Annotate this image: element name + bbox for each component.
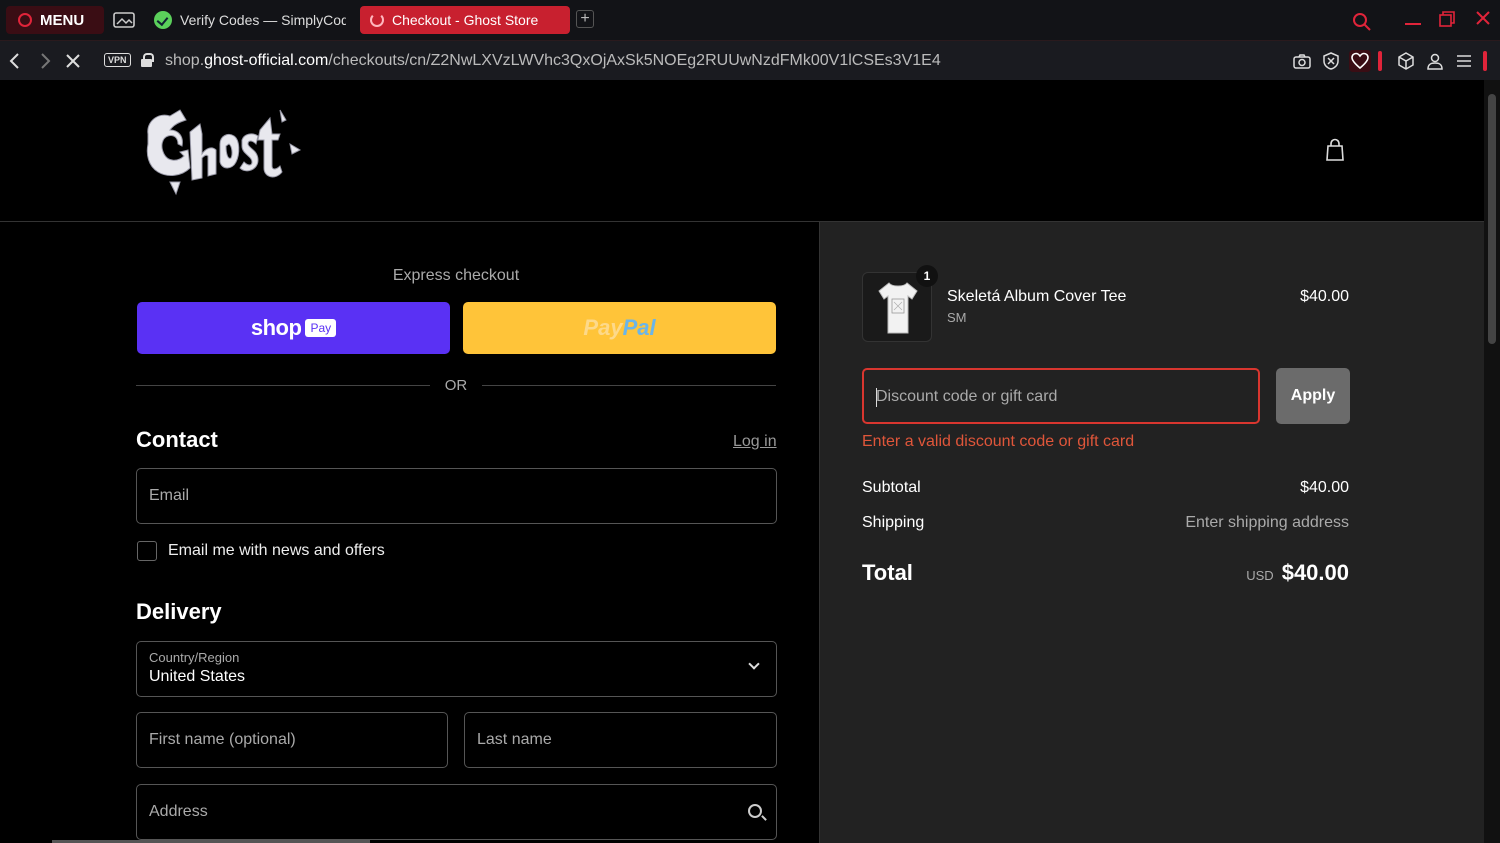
shop-pay-badge: Pay xyxy=(305,319,337,337)
first-name-field[interactable]: First name (optional) xyxy=(136,712,448,768)
tab-title: Verify Codes — SimplyCodes xyxy=(180,12,346,28)
simplycodes-favicon-icon xyxy=(154,11,172,29)
product-name: Skeletá Album Cover Tee xyxy=(947,288,1127,305)
new-tab-button[interactable]: + xyxy=(576,10,594,28)
total-currency: USD xyxy=(1246,568,1274,583)
subtotal-label: Subtotal xyxy=(862,479,921,496)
newsletter-label[interactable]: Email me with news and offers xyxy=(168,542,385,560)
address-placeholder: Address xyxy=(149,803,208,820)
last-name-field[interactable]: Last name xyxy=(464,712,777,768)
discount-error-message: Enter a valid discount code or gift card xyxy=(862,433,1135,450)
express-checkout-title: Express checkout xyxy=(392,267,520,284)
url-domain: ghost-official.com xyxy=(204,52,329,69)
close-window-icon[interactable] xyxy=(1475,10,1491,26)
country-select[interactable]: Country/Region United States xyxy=(136,641,777,697)
shipping-value: Enter shipping address xyxy=(1185,514,1349,531)
delivery-heading: Delivery xyxy=(136,599,222,624)
ghost-logo[interactable] xyxy=(140,104,305,196)
log-in-link[interactable]: Log in xyxy=(733,433,777,451)
tab-title: Checkout - Ghost Store xyxy=(392,12,539,28)
contact-heading: Contact xyxy=(136,427,218,452)
browser-address-bar: VPN shop.ghost-official.com/checkouts/cn… xyxy=(0,40,1500,80)
cart-bag-icon[interactable] xyxy=(1325,138,1345,162)
product-variant: SM xyxy=(947,310,967,325)
tab-snap-icon[interactable] xyxy=(112,10,136,30)
search-icon xyxy=(748,804,762,818)
address-field[interactable]: Address xyxy=(136,784,777,840)
sidebar-indicator xyxy=(1483,51,1487,71)
paypal-wordmark-part1: Pay xyxy=(583,315,623,340)
profile-icon[interactable] xyxy=(1425,51,1445,71)
shipping-label: Shipping xyxy=(862,514,925,531)
snapshot-camera-icon[interactable] xyxy=(1292,51,1312,71)
first-name-placeholder: First name (optional) xyxy=(149,731,296,748)
sidebar-indicator xyxy=(1378,51,1382,71)
shop-pay-wordmark: shop xyxy=(250,315,302,340)
last-name-placeholder: Last name xyxy=(477,731,552,748)
menu-label: MENU xyxy=(40,11,85,29)
total-amount: USD $40.00 xyxy=(1246,560,1349,586)
email-placeholder: Email xyxy=(149,487,190,504)
lock-icon[interactable] xyxy=(141,53,154,67)
country-value: United States xyxy=(149,668,246,685)
shop-pay-button[interactable]: shop Pay xyxy=(137,302,450,354)
checkout-form-column: Express checkout shop Pay Pay Pal OR Cont… xyxy=(0,222,819,843)
order-summary-column: 1 Skeletá Album Cover Tee SM $40.00 Disc… xyxy=(819,222,1484,843)
easy-setup-menu-icon[interactable] xyxy=(1454,51,1474,71)
country-label: Country/Region xyxy=(149,650,240,665)
url-path: /checkouts/cn/Z2NwLXVzLWVhc3QxOjAxSk5NOE… xyxy=(328,52,941,69)
url-subdomain: shop. xyxy=(165,52,205,69)
tab-checkout-ghost-store[interactable]: Checkout - Ghost Store xyxy=(360,6,570,34)
total-value: $40.00 xyxy=(1281,560,1349,585)
chevron-down-icon xyxy=(748,658,760,670)
search-tabs-icon[interactable] xyxy=(1352,12,1372,32)
vpn-badge[interactable]: VPN xyxy=(104,53,131,67)
loading-spinner-icon xyxy=(370,13,384,27)
forward-icon[interactable] xyxy=(38,51,52,71)
extensions-cube-icon[interactable] xyxy=(1396,51,1416,71)
newsletter-checkbox[interactable] xyxy=(137,541,157,561)
restore-window-icon[interactable] xyxy=(1439,11,1455,27)
opera-menu-button[interactable]: MENU xyxy=(6,6,104,34)
opera-logo-icon xyxy=(18,13,32,27)
product-price: $40.00 xyxy=(1300,288,1349,305)
stop-loading-icon[interactable] xyxy=(65,51,81,71)
tab-verify-codes[interactable]: Verify Codes — SimplyCodes xyxy=(146,6,346,34)
url-field[interactable]: shop.ghost-official.com/checkouts/cn/Z2N… xyxy=(165,52,941,70)
divider-line xyxy=(482,385,776,386)
store-header xyxy=(0,80,1484,222)
minimize-window-icon[interactable] xyxy=(1404,12,1422,30)
paypal-wordmark-part2: Pal xyxy=(622,315,656,340)
browser-tab-bar: MENU Verify Codes — SimplyCodes Checkout… xyxy=(0,0,1500,40)
quantity-badge: 1 xyxy=(916,265,938,287)
vertical-scrollbar[interactable] xyxy=(1484,80,1500,843)
scrollbar-thumb[interactable] xyxy=(1488,94,1496,344)
subtotal-value: $40.00 xyxy=(1300,479,1349,496)
or-divider: OR xyxy=(136,377,776,397)
back-icon[interactable] xyxy=(8,51,22,71)
discount-code-input[interactable]: Discount code or gift card xyxy=(862,368,1260,424)
t-shirt-image xyxy=(878,282,918,334)
paypal-button[interactable]: Pay Pal xyxy=(463,302,776,354)
total-label: Total xyxy=(862,560,913,585)
apply-discount-button[interactable]: Apply xyxy=(1276,368,1350,424)
text-cursor xyxy=(876,388,877,407)
email-field[interactable]: Email xyxy=(136,468,777,524)
my-flow-heart-icon[interactable] xyxy=(1349,50,1371,72)
ad-blocker-shield-icon[interactable] xyxy=(1321,51,1341,71)
discount-placeholder: Discount code or gift card xyxy=(876,388,1058,405)
